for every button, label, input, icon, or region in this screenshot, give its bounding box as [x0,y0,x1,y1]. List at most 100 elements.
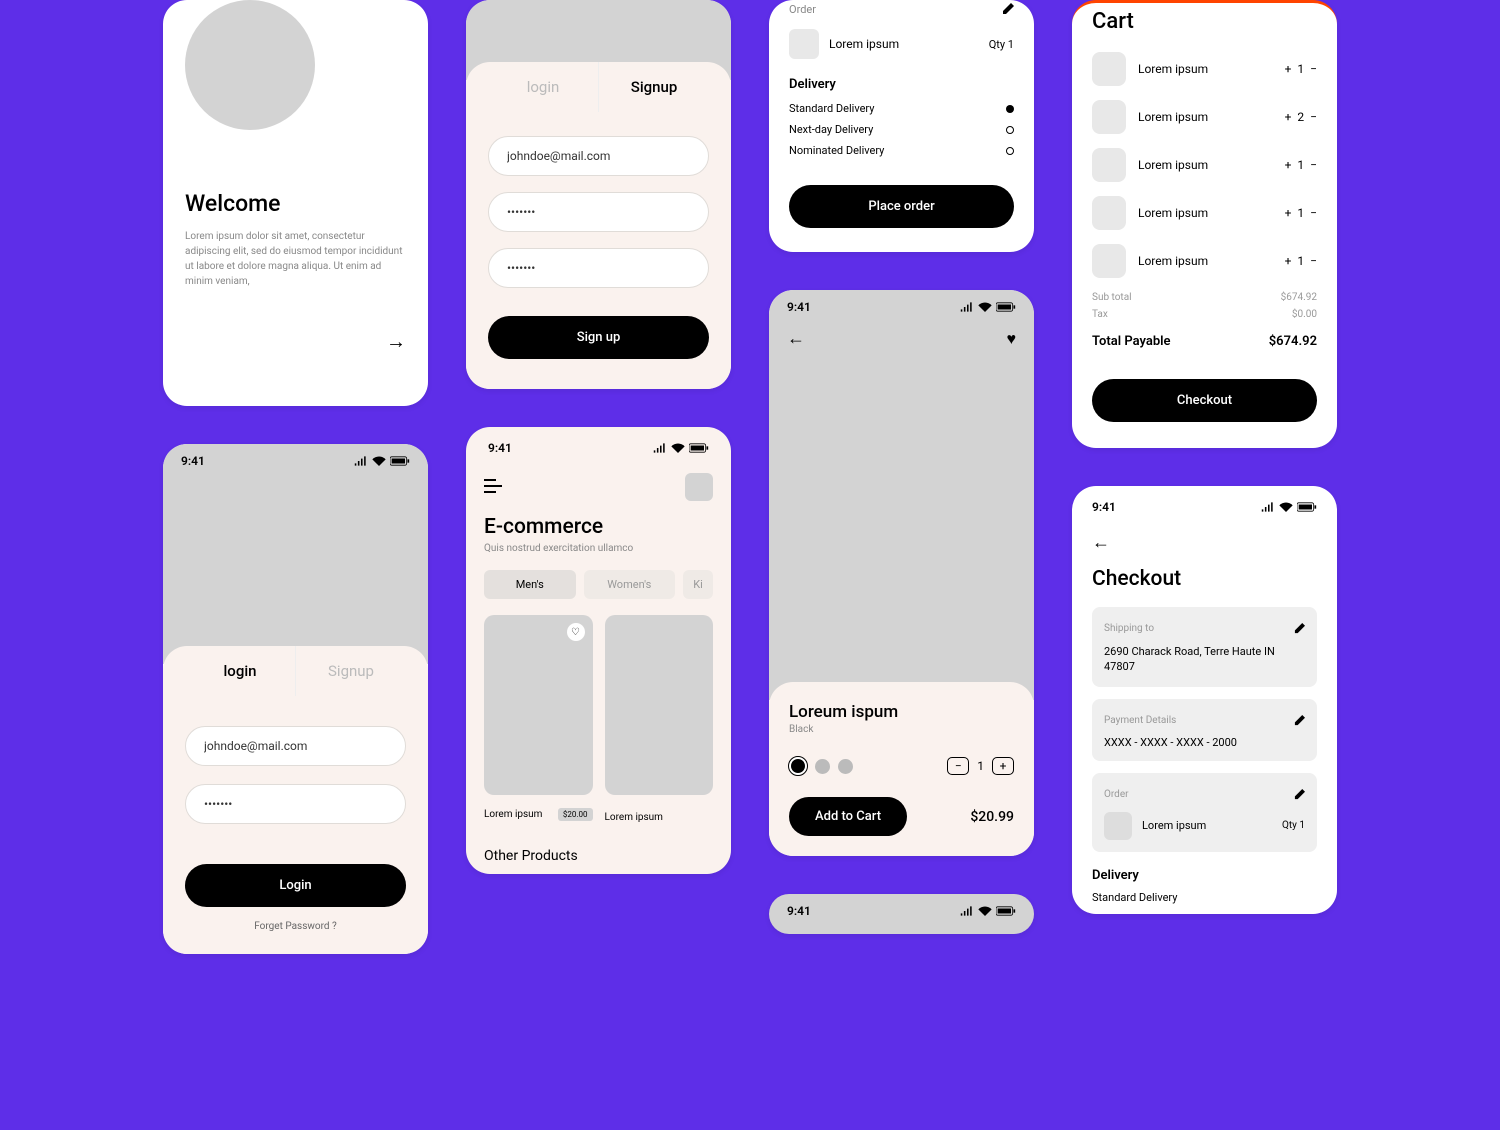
delivery-title: Delivery [1092,868,1317,883]
qty-minus-button[interactable]: − [1310,254,1317,268]
qty-plus-button[interactable]: + [1285,110,1292,124]
confirm-password-field[interactable] [488,248,709,288]
qty-plus-button[interactable]: + [1285,206,1292,220]
delivery-option[interactable]: Standard Delivery [1092,891,1317,904]
subtotal-value: $674.92 [1281,292,1317,303]
password-field[interactable] [488,192,709,232]
order-card: Order Lorem ipsum Qty 1 [1092,773,1317,852]
category-chips: Men's Women's Ki [484,570,713,599]
item-thumb [1092,196,1126,230]
qty-value: 1 [977,759,984,773]
order-item-name: Lorem ipsum [1142,819,1206,832]
ecommerce-home: 9:41 E-commerce Quis nostrud exercitatio… [466,427,731,874]
signup-button[interactable]: Sign up [488,316,709,359]
welcome-title: Welcome [185,190,406,217]
radio-icon[interactable] [1006,126,1014,134]
welcome-screen: Welcome Lorem ipsum dolor sit amet, cons… [163,0,428,406]
heart-icon[interactable]: ♡ [567,623,585,641]
cart-item: Lorem ipsum +1− [1092,148,1317,182]
qty-plus-button[interactable]: + [1285,158,1292,172]
password-field[interactable] [185,784,406,824]
chip-mens[interactable]: Men's [484,570,576,599]
status-bar: 9:41 [484,427,713,459]
status-bar: 9:41 [163,444,428,472]
item-thumb [1092,244,1126,278]
forgot-password-link[interactable]: Forget Password ? [185,921,406,932]
qty-value: 1 [1297,158,1304,172]
radio-icon[interactable] [1006,105,1014,113]
chip-womens[interactable]: Women's [584,570,676,599]
tax-label: Tax [1092,309,1108,320]
status-icons [653,443,709,453]
payment-label: Payment Details [1104,715,1176,726]
tab-signup[interactable]: Signup [296,646,406,696]
delivery-option[interactable]: Nominated Delivery [789,144,884,157]
back-arrow-icon[interactable]: ← [787,328,805,349]
shipping-label: Shipping to [1104,623,1154,634]
tab-login[interactable]: login [488,62,599,112]
menu-icon[interactable] [484,478,502,497]
tax-value: $0.00 [1292,309,1317,320]
order-thumb [1104,812,1132,840]
product-image[interactable] [484,615,593,795]
color-swatch-gray2[interactable] [838,759,853,774]
order-label: Order [789,3,816,16]
place-order-button[interactable]: Place order [789,185,1014,228]
page-subtitle: Quis nostrud exercitation ullamco [484,543,713,554]
qty-minus-button[interactable]: − [1310,158,1317,172]
auth-tabs: login Signup [185,646,406,696]
email-field[interactable] [488,136,709,176]
edit-icon[interactable] [1294,785,1305,804]
delivery-title: Delivery [789,77,1014,92]
item-thumb [1092,52,1126,86]
edit-icon[interactable] [1002,0,1014,19]
status-bar: 9:41 [769,290,1034,318]
qty-plus-button[interactable]: + [1285,62,1292,76]
shipping-card: Shipping to 2690 Charack Road, Terre Hau… [1092,607,1317,687]
tab-login[interactable]: login [185,646,296,696]
signup-screen: login Signup Sign up [466,0,731,389]
qty-minus-button[interactable]: − [1310,206,1317,220]
product-image[interactable] [605,615,714,795]
color-swatch-gray[interactable] [815,759,830,774]
order-qty: Qty 1 [989,38,1014,51]
product-price: $20.00 [558,808,593,821]
add-to-cart-button[interactable]: Add to Cart [789,797,907,836]
color-swatch-black[interactable] [789,757,807,775]
delivery-option[interactable]: Standard Delivery [789,102,874,115]
total-label: Total Payable [1092,334,1171,349]
product-name: Loreum ispum [789,702,1014,722]
checkout-button[interactable]: Checkout [1092,379,1317,422]
status-icons [960,906,1016,916]
avatar[interactable] [685,473,713,501]
page-title: E-commerce [484,515,713,539]
status-icons [960,302,1016,312]
status-bar: 9:41 [769,894,1034,922]
login-screen: 9:41 login Signup Login Forget Password … [163,444,428,954]
edit-icon[interactable] [1294,711,1305,730]
heart-icon[interactable]: ♥ [1007,329,1017,349]
total-value: $674.92 [1269,334,1317,349]
delivery-option[interactable]: Next-day Delivery [789,123,873,136]
item-name: Lorem ipsum [1138,158,1208,172]
qty-minus-button[interactable]: − [1310,110,1317,124]
back-arrow-icon[interactable]: ← [1092,532,1317,553]
radio-icon[interactable] [1006,147,1014,155]
qty-plus-button[interactable]: + [992,757,1014,775]
order-thumb [789,29,819,59]
edit-icon[interactable] [1294,619,1305,638]
arrow-right-icon[interactable]: → [386,329,406,353]
status-icons [1261,502,1317,512]
login-button[interactable]: Login [185,864,406,907]
item-name: Lorem ipsum [1138,110,1208,124]
checkout-order-card: Order Lorem ipsum Qty 1 Delivery Standar… [769,0,1034,252]
chip-kids[interactable]: Ki [683,570,713,599]
qty-minus-button[interactable]: − [1310,62,1317,76]
tab-signup[interactable]: Signup [599,62,709,112]
email-field[interactable] [185,726,406,766]
qty-value: 1 [1297,254,1304,268]
qty-value: 1 [1297,206,1304,220]
qty-minus-button[interactable]: − [947,757,969,775]
qty-value: 1 [1297,62,1304,76]
qty-plus-button[interactable]: + [1285,254,1292,268]
